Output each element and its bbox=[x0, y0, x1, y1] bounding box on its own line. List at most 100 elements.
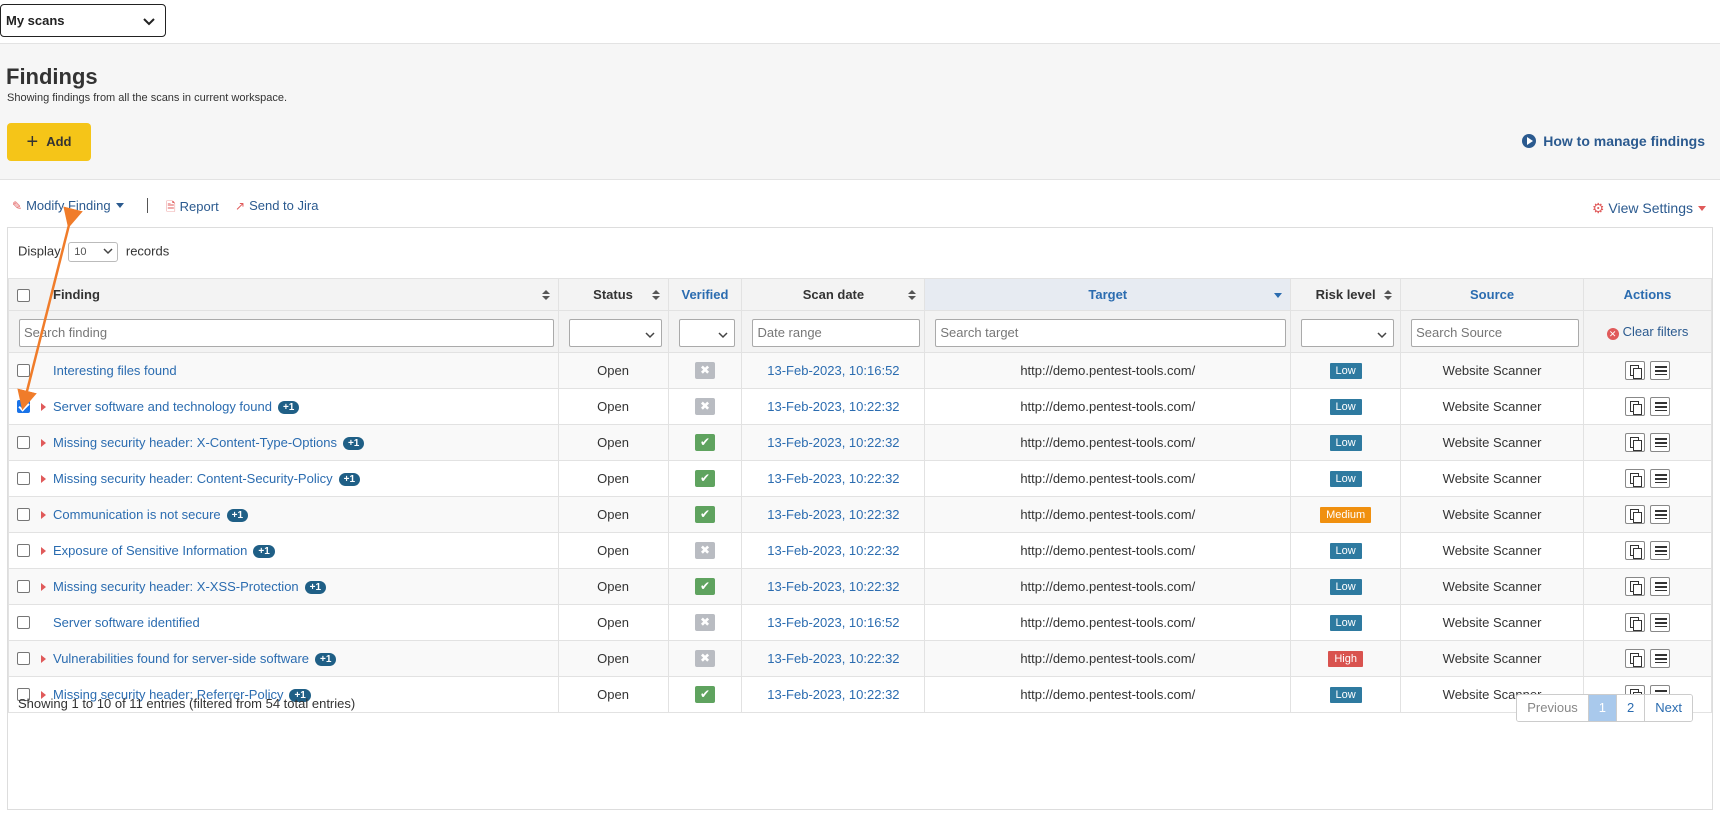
not-verified-x-icon[interactable]: ✖ bbox=[694, 398, 715, 415]
status-filter-select[interactable] bbox=[568, 319, 662, 347]
date-range-input[interactable]: Date range bbox=[752, 319, 921, 347]
search-target-input[interactable]: Search target bbox=[935, 319, 1287, 347]
copy-icon[interactable] bbox=[1624, 613, 1645, 632]
row-checkbox[interactable] bbox=[17, 364, 30, 377]
expand-caret-icon[interactable] bbox=[41, 511, 46, 519]
finding-link[interactable]: Missing security header: X-Content-Type-… bbox=[53, 435, 365, 450]
finding-link[interactable]: Interesting files found bbox=[53, 363, 177, 378]
modify-finding-menu[interactable]: ✎ Modify Finding bbox=[12, 198, 124, 213]
column-header-finding[interactable]: Finding bbox=[8, 278, 559, 311]
next-page-button[interactable]: Next bbox=[1644, 695, 1692, 721]
scan-date-link[interactable]: 13-Feb-2023, 10:22:32 bbox=[767, 579, 899, 594]
finding-link[interactable]: Vulnerabilities found for server-side so… bbox=[53, 651, 337, 666]
verified-check-icon[interactable]: ✔ bbox=[694, 434, 715, 451]
verified-check-icon[interactable]: ✔ bbox=[694, 686, 715, 703]
scan-date-link[interactable]: 13-Feb-2023, 10:22:32 bbox=[767, 651, 899, 666]
table-row[interactable]: Missing security header: X-XSS-Protectio… bbox=[8, 568, 1712, 605]
details-list-icon[interactable] bbox=[1650, 397, 1671, 416]
not-verified-x-icon[interactable]: ✖ bbox=[694, 614, 715, 631]
copy-icon[interactable] bbox=[1624, 361, 1645, 380]
details-list-icon[interactable] bbox=[1650, 433, 1671, 452]
search-finding-input[interactable]: Search finding bbox=[19, 319, 554, 347]
table-row[interactable]: Communication is not secure +1 Open ✔ 13-… bbox=[8, 496, 1712, 533]
row-checkbox[interactable] bbox=[17, 400, 30, 413]
add-finding-button[interactable]: + Add bbox=[7, 123, 91, 161]
details-list-icon[interactable] bbox=[1650, 505, 1671, 524]
verified-check-icon[interactable]: ✔ bbox=[694, 578, 715, 595]
scan-date-link[interactable]: 13-Feb-2023, 10:22:32 bbox=[767, 471, 899, 486]
row-checkbox[interactable] bbox=[17, 508, 30, 521]
expand-caret-icon[interactable] bbox=[41, 655, 46, 663]
finding-link[interactable]: Server software and technology found +1 bbox=[53, 399, 300, 414]
expand-caret-icon[interactable] bbox=[41, 547, 46, 555]
expand-caret-icon[interactable] bbox=[41, 475, 46, 483]
records-per-page-select[interactable]: 10 bbox=[68, 242, 119, 262]
table-row[interactable]: Server software and technology found +1 O… bbox=[8, 388, 1712, 425]
row-checkbox[interactable] bbox=[17, 652, 30, 665]
column-header-source[interactable]: Source bbox=[1400, 278, 1584, 311]
table-row[interactable]: Server software identified Open ✖ 13-Feb… bbox=[8, 604, 1712, 641]
copy-icon[interactable] bbox=[1624, 469, 1645, 488]
details-list-icon[interactable] bbox=[1650, 469, 1671, 488]
not-verified-x-icon[interactable]: ✖ bbox=[694, 650, 715, 667]
scan-date-link[interactable]: 13-Feb-2023, 10:22:32 bbox=[767, 507, 899, 522]
send-to-jira-button[interactable]: ↗ Send to Jira bbox=[235, 198, 318, 213]
copy-icon[interactable] bbox=[1624, 577, 1645, 596]
scan-scope-select[interactable]: My scans bbox=[0, 4, 166, 37]
not-verified-x-icon[interactable]: ✖ bbox=[694, 542, 715, 559]
column-header-target[interactable]: Target bbox=[924, 278, 1292, 311]
page-2-button[interactable]: 2 bbox=[1616, 695, 1645, 721]
page-1-button[interactable]: 1 bbox=[1587, 695, 1617, 721]
report-button[interactable]: 🗎 Report bbox=[166, 198, 219, 219]
clear-filters-button[interactable]: ✕ Clear filters bbox=[1584, 324, 1711, 340]
previous-page-button[interactable]: Previous bbox=[1517, 695, 1588, 721]
row-checkbox[interactable] bbox=[17, 544, 30, 557]
not-verified-x-icon[interactable]: ✖ bbox=[694, 362, 715, 379]
risk-filter-select[interactable] bbox=[1301, 319, 1395, 347]
details-list-icon[interactable] bbox=[1650, 541, 1671, 560]
table-row[interactable]: Missing security header: X-Content-Type-… bbox=[8, 424, 1712, 461]
table-row[interactable]: Vulnerabilities found for server-side so… bbox=[8, 640, 1712, 677]
row-checkbox[interactable] bbox=[17, 472, 30, 485]
finding-link[interactable]: Missing security header: Content-Securit… bbox=[53, 471, 361, 486]
verified-check-icon[interactable]: ✔ bbox=[694, 470, 715, 487]
scan-date-link[interactable]: 13-Feb-2023, 10:22:32 bbox=[767, 543, 899, 558]
copy-icon[interactable] bbox=[1624, 649, 1645, 668]
row-checkbox[interactable] bbox=[17, 436, 30, 449]
scan-date-link[interactable]: 13-Feb-2023, 10:16:52 bbox=[767, 363, 899, 378]
details-list-icon[interactable] bbox=[1650, 361, 1671, 380]
row-checkbox[interactable] bbox=[17, 616, 30, 629]
table-row[interactable]: Exposure of Sensitive Information +1 Open… bbox=[8, 532, 1712, 569]
select-all-checkbox[interactable] bbox=[17, 289, 30, 302]
finding-link[interactable]: Missing security header: X-XSS-Protectio… bbox=[53, 579, 327, 594]
copy-icon[interactable] bbox=[1624, 541, 1645, 560]
copy-icon[interactable] bbox=[1624, 397, 1645, 416]
finding-link[interactable]: Communication is not secure +1 bbox=[53, 507, 249, 522]
copy-icon[interactable] bbox=[1624, 505, 1645, 524]
view-settings-menu[interactable]: ⚙ View Settings bbox=[1592, 200, 1706, 217]
row-checkbox[interactable] bbox=[17, 580, 30, 593]
scan-date-link[interactable]: 13-Feb-2023, 10:16:52 bbox=[767, 615, 899, 630]
column-header-risk[interactable]: Risk level bbox=[1290, 278, 1402, 311]
column-header-scan-date[interactable]: Scan date bbox=[741, 278, 926, 311]
column-header-verified[interactable]: Verified bbox=[667, 278, 743, 311]
scan-date-link[interactable]: 13-Feb-2023, 10:22:32 bbox=[767, 687, 899, 702]
verified-filter-select[interactable] bbox=[678, 319, 736, 347]
column-header-status[interactable]: Status bbox=[557, 278, 669, 311]
table-row[interactable]: Interesting files found Open ✖ 13-Feb-20… bbox=[8, 352, 1712, 389]
search-source-input[interactable]: Search Source bbox=[1411, 319, 1579, 347]
details-list-icon[interactable] bbox=[1650, 613, 1671, 632]
verified-check-icon[interactable]: ✔ bbox=[694, 506, 715, 523]
table-row[interactable]: Missing security header: Content-Securit… bbox=[8, 460, 1712, 497]
expand-caret-icon[interactable] bbox=[41, 403, 46, 411]
details-list-icon[interactable] bbox=[1650, 649, 1671, 668]
scan-date-link[interactable]: 13-Feb-2023, 10:22:32 bbox=[767, 399, 899, 414]
how-to-manage-link[interactable]: How to manage findings bbox=[1522, 133, 1705, 149]
copy-icon[interactable] bbox=[1624, 433, 1645, 452]
details-list-icon[interactable] bbox=[1650, 577, 1671, 596]
finding-link[interactable]: Exposure of Sensitive Information +1 bbox=[53, 543, 275, 558]
scan-date-link[interactable]: 13-Feb-2023, 10:22:32 bbox=[767, 435, 899, 450]
expand-caret-icon[interactable] bbox=[41, 583, 46, 591]
expand-caret-icon[interactable] bbox=[41, 439, 46, 447]
finding-link[interactable]: Server software identified bbox=[53, 615, 200, 630]
